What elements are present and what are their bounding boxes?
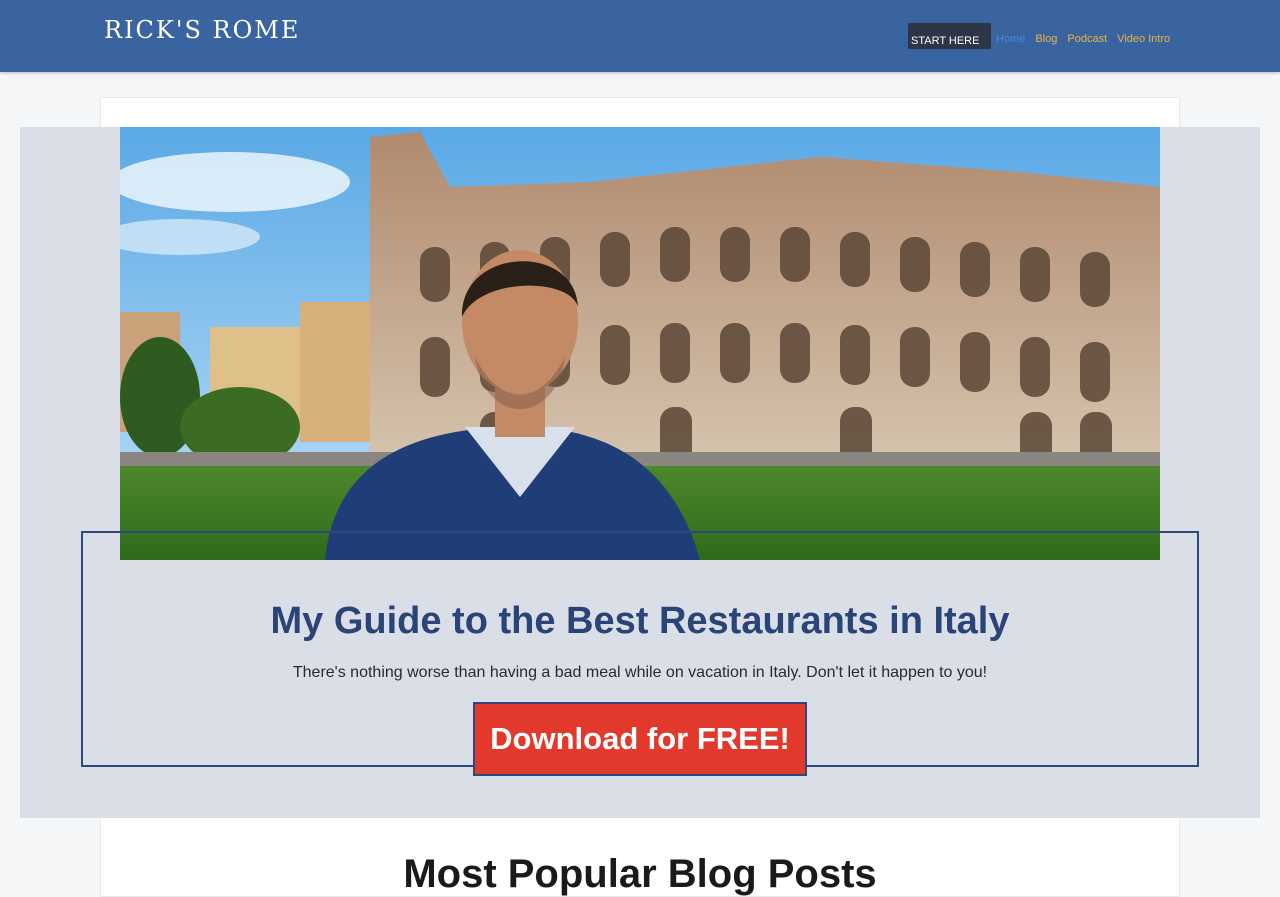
popular-posts-heading: Most Popular Blog Posts [403, 852, 877, 896]
nav-link-podcast[interactable]: Podcast [1067, 33, 1107, 45]
nav-link-home[interactable]: Home [996, 33, 1025, 45]
guide-title: My Guide to the Best Restaurants in Ital… [270, 600, 1010, 642]
site-header: RICK'S ROME START HERE Home Blog Podcast… [0, 0, 1280, 72]
nav-link-video-intro[interactable]: Video Intro [1117, 33, 1170, 45]
site-logo[interactable]: RICK'S ROME [104, 16, 300, 44]
guide-subtitle: There's nothing worse than having a bad … [292, 664, 988, 681]
nav-link-blog[interactable]: Blog [1035, 33, 1057, 45]
main-nav: START HERE Home Blog Podcast Video Intro [908, 23, 1170, 49]
colosseum-photo-icon [120, 127, 1160, 560]
nav-start-here-button[interactable]: START HERE [908, 23, 991, 49]
download-free-button[interactable]: Download for FREE! [473, 702, 807, 776]
hero-photo [120, 127, 1160, 560]
